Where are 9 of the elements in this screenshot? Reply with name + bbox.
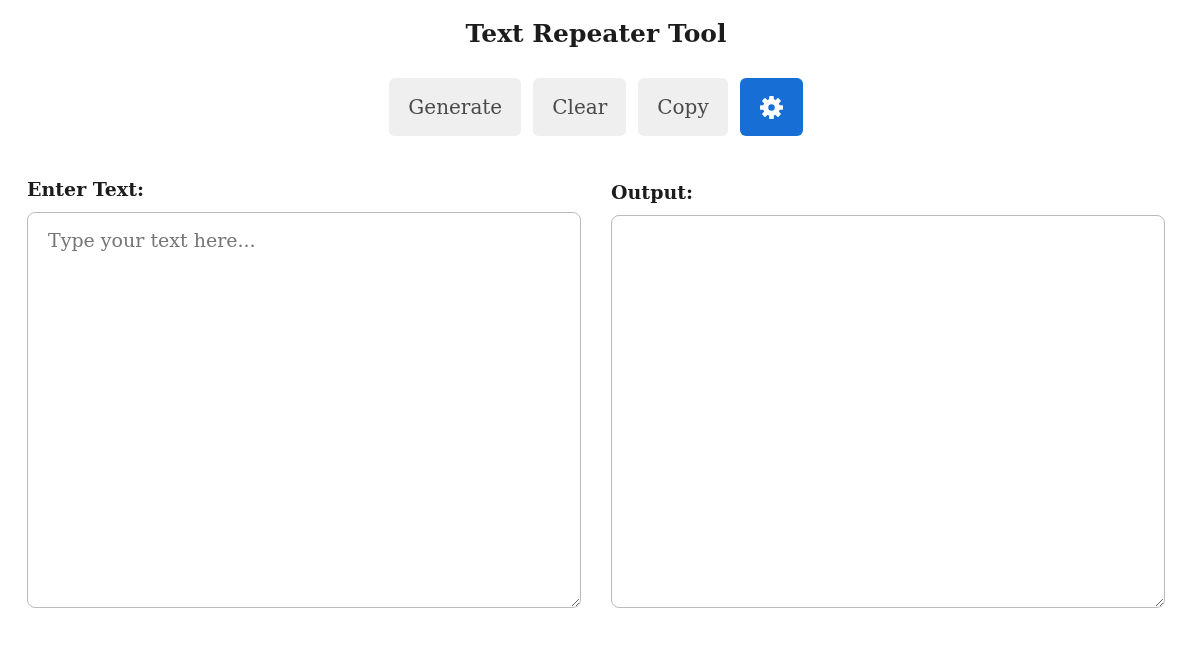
tool-button[interactable]: Generate [389,78,522,136]
settings-button[interactable] [739,78,803,136]
tool-button[interactable]: Clear [533,78,627,136]
text-input-area[interactable]: Type your text here... [27,212,581,608]
field-label: Enter Text: [27,177,144,202]
settings-icon [759,95,783,119]
field-label: Output: [611,180,694,205]
page-title: Text Repeater Tool [465,18,727,50]
tool-button[interactable]: Copy [638,78,728,136]
